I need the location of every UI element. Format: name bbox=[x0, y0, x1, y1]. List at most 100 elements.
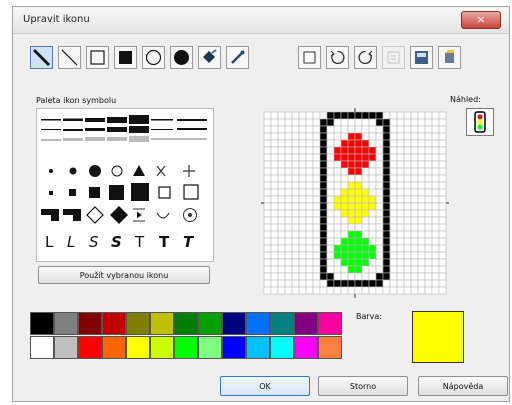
pixel-cell[interactable] bbox=[305, 279, 314, 288]
pixel-cell[interactable] bbox=[270, 118, 279, 127]
pixel-cell[interactable] bbox=[417, 146, 426, 155]
pixel-cell[interactable] bbox=[368, 244, 377, 253]
pixel-cell[interactable] bbox=[389, 209, 398, 218]
pixel-cell[interactable] bbox=[347, 237, 356, 246]
pixel-cell[interactable] bbox=[410, 118, 419, 127]
pixel-cell[interactable] bbox=[291, 244, 300, 253]
pixel-cell[interactable] bbox=[389, 237, 398, 246]
pixel-cell[interactable] bbox=[368, 237, 377, 246]
color-swatch[interactable] bbox=[198, 312, 222, 335]
pixel-cell[interactable] bbox=[298, 251, 307, 260]
pixel-cell[interactable] bbox=[333, 160, 342, 169]
pixel-cell[interactable] bbox=[326, 209, 335, 218]
pixel-cell[interactable] bbox=[438, 265, 447, 274]
pixel-cell[interactable] bbox=[312, 153, 321, 162]
pixel-cell[interactable] bbox=[410, 195, 419, 204]
pixel-cell[interactable] bbox=[263, 153, 272, 162]
line-thick-tool[interactable] bbox=[30, 46, 53, 69]
pixel-cell[interactable] bbox=[340, 153, 349, 162]
pixel-cell[interactable] bbox=[354, 230, 363, 239]
pixel-cell[interactable] bbox=[298, 167, 307, 176]
pixel-cell[interactable] bbox=[396, 195, 405, 204]
pixel-cell[interactable] bbox=[319, 153, 328, 162]
pixel-cell[interactable] bbox=[389, 251, 398, 260]
pixel-cell[interactable] bbox=[410, 181, 419, 190]
pixel-cell[interactable] bbox=[277, 125, 286, 134]
pixel-cell[interactable] bbox=[417, 167, 426, 176]
pixel-cell[interactable] bbox=[361, 237, 370, 246]
pixel-cell[interactable] bbox=[333, 244, 342, 253]
pixel-cell[interactable] bbox=[312, 216, 321, 225]
pixel-cell[interactable] bbox=[347, 230, 356, 239]
pixel-cell[interactable] bbox=[361, 265, 370, 274]
pixel-cell[interactable] bbox=[438, 153, 447, 162]
pixel-cell[interactable] bbox=[424, 181, 433, 190]
pixel-cell[interactable] bbox=[382, 265, 391, 274]
pixel-cell[interactable] bbox=[354, 258, 363, 267]
pixel-cell[interactable] bbox=[340, 265, 349, 274]
pixel-cell[interactable] bbox=[424, 223, 433, 232]
pixel-cell[interactable] bbox=[312, 237, 321, 246]
pixel-cell[interactable] bbox=[263, 216, 272, 225]
pixel-cell[interactable] bbox=[389, 258, 398, 267]
pixel-cell[interactable] bbox=[326, 139, 335, 148]
pixel-cell[interactable] bbox=[410, 111, 419, 120]
color-swatch[interactable] bbox=[246, 336, 270, 359]
pixel-cell[interactable] bbox=[319, 181, 328, 190]
pixel-cell[interactable] bbox=[424, 146, 433, 155]
pixel-cell[interactable] bbox=[312, 111, 321, 120]
pixel-cell[interactable] bbox=[438, 125, 447, 134]
pixel-cell[interactable] bbox=[396, 272, 405, 281]
pixel-cell[interactable] bbox=[431, 251, 440, 260]
pixel-cell[interactable] bbox=[417, 216, 426, 225]
pixel-cell[interactable] bbox=[277, 153, 286, 162]
pixel-cell[interactable] bbox=[361, 146, 370, 155]
pixel-cell[interactable] bbox=[424, 118, 433, 127]
pixel-cell[interactable] bbox=[361, 195, 370, 204]
pixel-cell[interactable] bbox=[403, 286, 412, 295]
pixel-cell[interactable] bbox=[333, 202, 342, 211]
pixel-cell[interactable] bbox=[277, 174, 286, 183]
pixel-cell[interactable] bbox=[326, 258, 335, 267]
pixel-cell[interactable] bbox=[284, 279, 293, 288]
pixel-cell[interactable] bbox=[368, 223, 377, 232]
color-swatch[interactable] bbox=[78, 312, 102, 335]
pixel-cell[interactable] bbox=[333, 237, 342, 246]
pixel-cell[interactable] bbox=[263, 111, 272, 120]
pixel-cell[interactable] bbox=[375, 146, 384, 155]
pixel-cell[interactable] bbox=[375, 167, 384, 176]
pixel-cell[interactable] bbox=[424, 279, 433, 288]
pixel-cell[interactable] bbox=[298, 223, 307, 232]
pixel-cell[interactable] bbox=[319, 230, 328, 239]
pixel-cell[interactable] bbox=[438, 216, 447, 225]
pixel-cell[interactable] bbox=[382, 146, 391, 155]
color-swatch[interactable] bbox=[126, 336, 150, 359]
pixel-cell[interactable] bbox=[354, 195, 363, 204]
pixel-cell[interactable] bbox=[375, 202, 384, 211]
pixel-cell[interactable] bbox=[396, 286, 405, 295]
pixel-cell[interactable] bbox=[312, 195, 321, 204]
pixel-cell[interactable] bbox=[305, 230, 314, 239]
pixel-cell[interactable] bbox=[284, 146, 293, 155]
pixel-cell[interactable] bbox=[375, 125, 384, 134]
close-button[interactable]: × bbox=[461, 11, 501, 29]
pixel-cell[interactable] bbox=[375, 286, 384, 295]
pixel-cell[interactable] bbox=[396, 167, 405, 176]
pixel-cell[interactable] bbox=[340, 132, 349, 141]
pixel-cell[interactable] bbox=[284, 223, 293, 232]
pixel-cell[interactable] bbox=[410, 132, 419, 141]
pixel-cell[interactable] bbox=[326, 244, 335, 253]
pixel-cell[interactable] bbox=[263, 174, 272, 183]
pixel-cell[interactable] bbox=[312, 230, 321, 239]
pixel-cell[interactable] bbox=[438, 223, 447, 232]
pixel-cell[interactable] bbox=[277, 223, 286, 232]
pixel-cell[interactable] bbox=[375, 111, 384, 120]
clear-action[interactable] bbox=[298, 46, 321, 69]
pixel-cell[interactable] bbox=[424, 230, 433, 239]
pixel-cell[interactable] bbox=[326, 188, 335, 197]
pixel-cell[interactable] bbox=[403, 160, 412, 169]
pixel-cell[interactable] bbox=[389, 174, 398, 183]
pixel-cell[interactable] bbox=[319, 167, 328, 176]
pixel-cell[interactable] bbox=[291, 146, 300, 155]
pixel-cell[interactable] bbox=[284, 195, 293, 204]
